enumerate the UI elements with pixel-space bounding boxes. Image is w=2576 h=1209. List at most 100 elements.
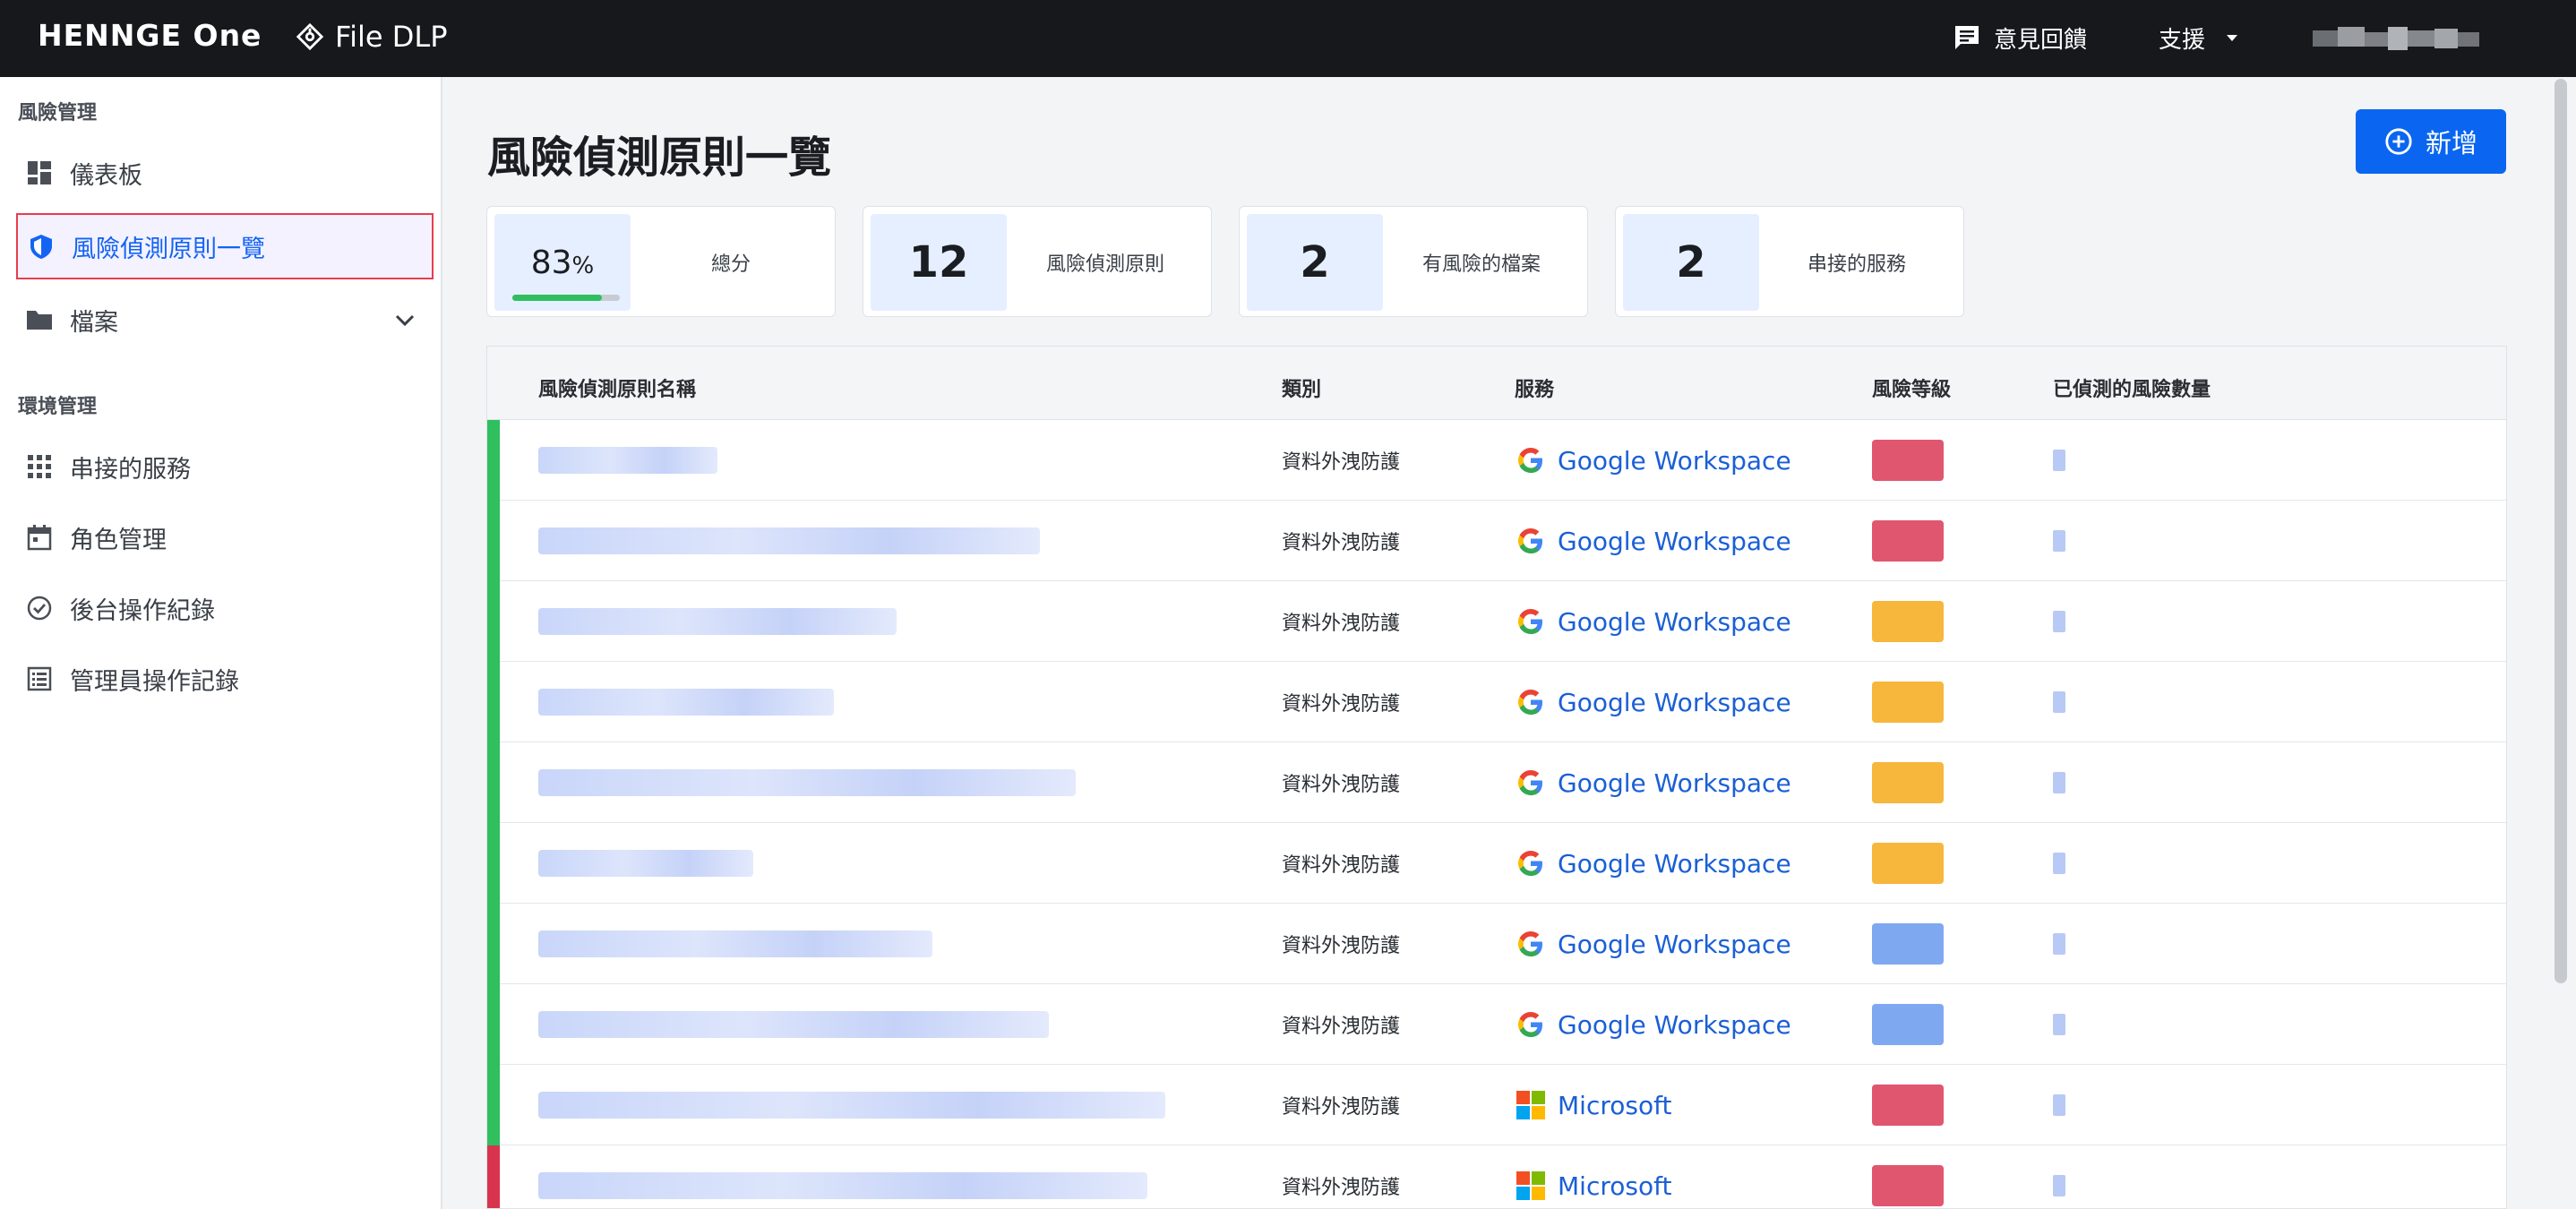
risk-count-redacted	[2053, 662, 2065, 742]
risk-level-redacted	[1872, 581, 1944, 662]
service-cell[interactable]: Google Workspace	[1515, 904, 1791, 984]
status-indicator	[487, 904, 500, 984]
service-cell[interactable]: Google Workspace	[1515, 823, 1791, 904]
redacted-username	[2313, 27, 2479, 50]
support-menu[interactable]: 支援	[2159, 20, 2246, 56]
microsoft-icon	[1515, 1089, 1547, 1121]
column-header-category[interactable]: 類別	[1282, 373, 1321, 402]
chevron-down-icon[interactable]	[391, 305, 419, 334]
stat-card-risk-policies[interactable]: 12 風險偵測原則	[863, 206, 1212, 317]
service-name: Google Workspace	[1558, 1009, 1791, 1040]
service-cell[interactable]: Google Workspace	[1515, 581, 1791, 662]
stat-label: 有風險的檔案	[1422, 253, 1541, 276]
category-cell: 資料外洩防護	[1282, 613, 1401, 635]
policy-name-redacted[interactable]	[538, 420, 717, 501]
risk-level-redacted	[1872, 823, 1944, 904]
sidebar-item-connected-services[interactable]: 串接的服務	[16, 433, 434, 500]
table-row[interactable]: 資料外洩防護 Google Workspace	[487, 823, 2506, 904]
table-row[interactable]: 資料外洩防護 Google Workspace	[487, 662, 2506, 742]
table-row[interactable]: 資料外洩防護 Google Workspace	[487, 742, 2506, 823]
risk-count-redacted	[2053, 904, 2065, 984]
service-name: Google Workspace	[1558, 767, 1791, 798]
section-environment-management: 環境管理	[18, 396, 98, 418]
column-header-name[interactable]: 風險偵測原則名稱	[538, 373, 696, 402]
google-icon	[1515, 1008, 1547, 1041]
sidebar-item-risk-policies[interactable]: 風險偵測原則一覽	[16, 213, 434, 279]
sidebar-item-admin-logs[interactable]: 管理員操作記錄	[16, 646, 434, 712]
feedback-button[interactable]: 意見回饋	[1953, 20, 2087, 56]
service-cell[interactable]: Google Workspace	[1515, 742, 1791, 823]
sidebar-item-files[interactable]: 檔案	[16, 287, 434, 353]
table-row[interactable]: 資料外洩防護 Microsoft	[487, 1145, 2506, 1208]
category-cell: 資料外洩防護	[1282, 451, 1401, 474]
table-row[interactable]: 資料外洩防護 Google Workspace	[487, 501, 2506, 581]
sidebar-item-dashboard[interactable]: 儀表板	[16, 140, 434, 206]
sidebar-item-role-management[interactable]: 角色管理	[16, 504, 434, 570]
table-row[interactable]: 資料外洩防護 Google Workspace	[487, 420, 2506, 501]
risk-level-redacted	[1872, 662, 1944, 742]
google-icon	[1515, 686, 1547, 718]
category-cell: 資料外洩防護	[1282, 1016, 1401, 1038]
top-bar: HENNGE One File DLP 意見回饋 支援	[0, 0, 2576, 77]
risk-count-redacted	[2053, 742, 2065, 823]
feedback-label: 意見回饋	[1994, 26, 2088, 54]
column-header-risk-level[interactable]: 風險等級	[1872, 373, 1951, 402]
plus-circle-icon	[2384, 127, 2413, 156]
service-cell[interactable]: Google Workspace	[1515, 420, 1791, 501]
service-cell[interactable]: Google Workspace	[1515, 501, 1791, 581]
risk-count-redacted	[2053, 823, 2065, 904]
table-row[interactable]: 資料外洩防護 Google Workspace	[487, 904, 2506, 984]
policy-name-redacted[interactable]	[538, 1145, 1147, 1208]
policy-name-redacted[interactable]	[538, 742, 1076, 823]
score-progress-bar	[512, 295, 620, 301]
policy-name-redacted[interactable]	[538, 984, 1049, 1065]
policy-name-redacted[interactable]	[538, 904, 932, 984]
risk-level-redacted	[1872, 420, 1944, 501]
table-row[interactable]: 資料外洩防護 Google Workspace	[487, 984, 2506, 1065]
service-cell[interactable]: Microsoft	[1515, 1145, 1672, 1208]
policy-name-redacted[interactable]	[538, 1065, 1165, 1145]
stat-card-connected-services[interactable]: 2 串接的服務	[1615, 206, 1964, 317]
policy-name-redacted[interactable]	[538, 581, 897, 662]
column-header-service[interactable]: 服務	[1515, 373, 1554, 402]
status-indicator	[487, 742, 500, 823]
status-indicator	[487, 501, 500, 581]
risky-files-count: 2	[1247, 214, 1383, 311]
table-row[interactable]: 資料外洩防護 Google Workspace	[487, 581, 2506, 662]
column-header-risk-count[interactable]: 已偵測的風險數量	[2053, 373, 2211, 402]
service-name: Google Workspace	[1558, 848, 1791, 879]
google-icon	[1515, 525, 1547, 557]
policy-name-redacted[interactable]	[538, 823, 753, 904]
add-button[interactable]: 新增	[2356, 109, 2506, 174]
total-score-value: 83%	[494, 214, 631, 311]
risk-level-redacted	[1872, 1145, 1944, 1208]
page-scrollbar[interactable]	[2555, 79, 2567, 983]
service-name: Microsoft	[1558, 1090, 1672, 1120]
file-dlp-icon	[296, 22, 324, 51]
service-cell[interactable]: Microsoft	[1515, 1065, 1671, 1145]
policy-name-redacted[interactable]	[538, 501, 1040, 581]
sidebar-item-label: 儀表板	[70, 161, 142, 190]
brand-logo[interactable]: HENNGE One	[38, 18, 262, 53]
policy-name-redacted[interactable]	[538, 662, 834, 742]
connected-services-count: 2	[1623, 214, 1759, 311]
stat-card-risky-files[interactable]: 2 有風險的檔案	[1239, 206, 1588, 317]
status-indicator	[487, 984, 500, 1065]
service-name: Google Workspace	[1558, 445, 1791, 476]
risk-count-redacted	[2053, 581, 2065, 662]
service-name: Google Workspace	[1558, 606, 1791, 637]
sidebar-item-label: 風險偵測原則一覽	[72, 235, 265, 263]
sidebar-item-backend-logs[interactable]: 後台操作紀錄	[16, 575, 434, 641]
service-name: Google Workspace	[1558, 929, 1791, 959]
list-icon	[25, 665, 54, 693]
service-cell[interactable]: Google Workspace	[1515, 984, 1791, 1065]
table-row[interactable]: 資料外洩防護 Microsoft	[487, 1065, 2506, 1145]
service-name: Microsoft	[1558, 1170, 1672, 1201]
risk-level-redacted	[1872, 904, 1944, 984]
user-menu[interactable]	[2313, 25, 2479, 52]
stat-label: 串接的服務	[1807, 253, 1907, 276]
product-switcher[interactable]: File DLP	[296, 16, 447, 57]
service-cell[interactable]: Google Workspace	[1515, 662, 1791, 742]
status-indicator	[487, 420, 500, 501]
risk-level-redacted	[1872, 742, 1944, 823]
